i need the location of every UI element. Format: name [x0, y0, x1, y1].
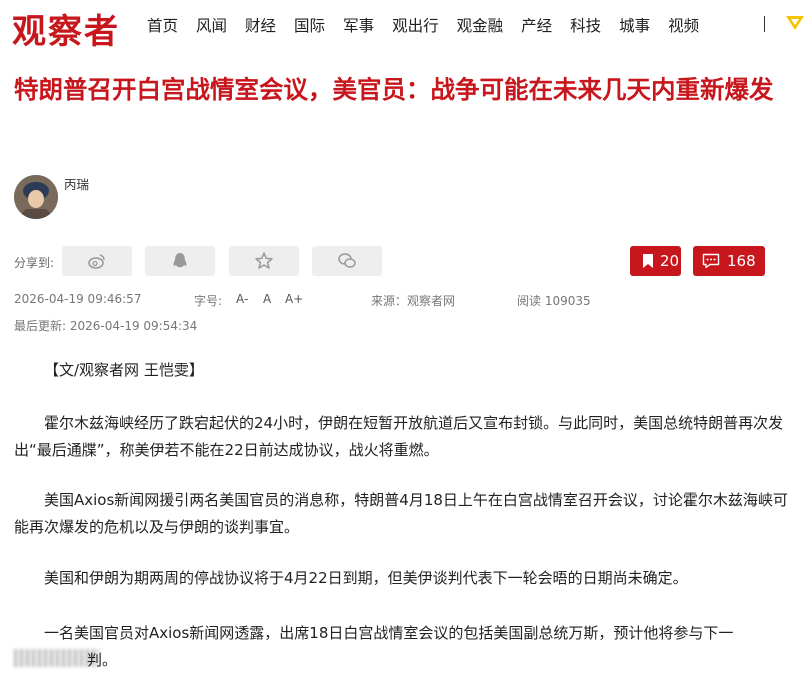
read-count: 阅读 109035	[517, 294, 591, 308]
author-avatar[interactable]	[14, 175, 58, 219]
share-qq-button[interactable]	[145, 246, 215, 276]
nav-item-military[interactable]: 军事	[343, 14, 374, 36]
article-paragraph-3: 美国和伊朗为期两周的停战协议将于4月22日到期，但美伊谈判代表下一轮会晤的日期尚…	[44, 569, 688, 587]
bookmark-count: 20	[660, 252, 680, 270]
bookmark-button[interactable]: 20	[630, 246, 681, 276]
nav-item-industry[interactable]: 产经	[521, 14, 552, 36]
article-byline: 【文/观察者网 王恺雯】	[44, 361, 204, 379]
share-wechat-button[interactable]	[312, 246, 382, 276]
share-label: 分享到:	[14, 256, 55, 270]
star-icon	[255, 252, 273, 269]
share-favorite-button[interactable]	[229, 246, 299, 276]
nav-separator	[764, 16, 765, 32]
nav-item-travel[interactable]: 观出行	[392, 14, 439, 36]
article-paragraph-2: 美国Axios新闻网援引两名美国官员的消息称，特朗普4月18日上午在白宫战情室召…	[14, 491, 788, 536]
nav-item-video[interactable]: 视频	[668, 14, 699, 36]
font-size-normal[interactable]: A	[263, 292, 271, 306]
author-name[interactable]: 丙瑞	[64, 174, 89, 193]
article-paragraph-4: 一名美国官员对Axios新闻网透露，出席18日白宫战情室会议的包括美国副总统万斯…	[44, 624, 734, 642]
nav-item-finance-guan[interactable]: 观金融	[457, 14, 504, 36]
article-title: 特朗普召开白宫战情室会议，美官员：战争可能在未来几天内重新爆发	[14, 75, 774, 104]
comment-count: 168	[727, 252, 756, 270]
publish-time: 2026-04-19 09:46:57	[14, 292, 142, 306]
qq-icon	[173, 253, 187, 268]
nav-item-city[interactable]: 城事	[619, 14, 650, 36]
share-weibo-button[interactable]	[62, 246, 132, 276]
article-source: 来源：观察者网	[371, 294, 456, 308]
last-updated: 最后更新: 2026-04-19 09:54:34	[14, 319, 198, 333]
comment-button[interactable]: 168	[693, 246, 765, 276]
trailing-fragment: 判。	[87, 651, 118, 669]
nav-item-fengwen[interactable]: 风闻	[196, 14, 227, 36]
wechat-icon	[338, 253, 356, 268]
nav-item-home[interactable]: 首页	[147, 14, 178, 36]
nav-item-tech[interactable]: 科技	[570, 14, 601, 36]
nav-item-finance[interactable]: 财经	[245, 14, 276, 36]
vip-icon[interactable]	[785, 14, 805, 32]
font-size-label: 字号:	[194, 294, 223, 308]
site-logo[interactable]: 观察者	[12, 4, 120, 53]
bookmark-icon	[643, 254, 653, 268]
weibo-icon	[88, 254, 105, 269]
article-paragraph-1: 霍尔木兹海峡经历了跌宕起伏的24小时，伊朗在短暂开放航道后又宣布封锁。与此同时，…	[14, 414, 784, 459]
nav-item-international[interactable]: 国际	[294, 14, 325, 36]
comment-icon	[702, 253, 720, 269]
font-size-decrease[interactable]: A-	[236, 292, 248, 306]
top-nav: 首页 风闻 财经 国际 军事 观出行 观金融 产经 科技 城事 视频	[147, 14, 717, 36]
font-size-increase[interactable]: A+	[285, 292, 303, 306]
